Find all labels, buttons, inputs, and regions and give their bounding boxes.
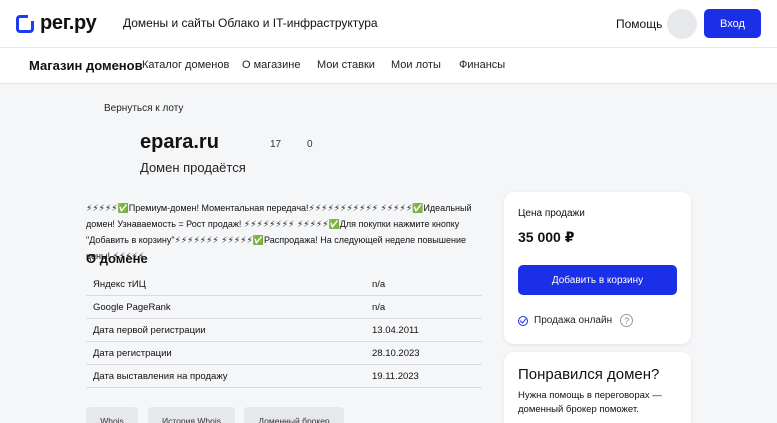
online-sale-label: Продажа онлайн — [534, 315, 613, 326]
sale-status: Домен продаётся — [140, 160, 246, 175]
subnav-about-shop[interactable]: О магазине — [242, 59, 300, 71]
broker-text: Нужна помощь в переговорах — доменный бр… — [518, 390, 662, 415]
table-row: Яндекс тИЦ n/a — [86, 273, 482, 296]
whois-history-button[interactable]: История Whois — [148, 407, 235, 423]
row-key: Google PageRank — [93, 301, 171, 313]
subnav-my-bids[interactable]: Мои ставки — [317, 59, 375, 71]
logo[interactable]: рег.ру — [16, 12, 97, 35]
row-key: Дата выставления на продажу — [93, 370, 228, 382]
favorites-count: 0 — [307, 139, 313, 150]
price-label: Цена продажи — [518, 208, 585, 219]
subnav-finance[interactable]: Финансы — [459, 59, 505, 71]
price-value: 35 000 ₽ — [518, 229, 575, 245]
table-row: Google PageRank n/a — [86, 296, 482, 319]
table-row: Дата регистрации 28.10.2023 — [86, 342, 482, 365]
about-domain-heading: О домене — [86, 251, 148, 266]
row-key: Дата регистрации — [93, 347, 172, 359]
views-count: 17 — [270, 139, 282, 150]
avatar[interactable] — [667, 9, 697, 39]
row-value: 13.04.2011 — [372, 324, 419, 336]
whois-button[interactable]: Whois — [86, 407, 138, 423]
price-card: Цена продажи 35 000 ₽ Добавить в корзину… — [504, 192, 691, 344]
row-value: n/a — [372, 301, 386, 313]
domain-name: epara.ru — [140, 131, 219, 153]
row-value: n/a — [372, 278, 386, 290]
check-circle-icon — [518, 315, 528, 326]
logo-text: рег.ру — [40, 12, 97, 34]
table-row: Дата выставления на продажу 19.11.2023 — [86, 365, 482, 388]
add-to-cart-button[interactable]: Добавить в корзину — [518, 265, 677, 295]
login-button[interactable]: Вход — [704, 9, 761, 38]
row-value: 19.11.2023 — [372, 370, 419, 382]
broker-title: Понравился домен? — [518, 366, 660, 383]
broker-card: Понравился домен? Нужна помощь в перегов… — [504, 352, 691, 423]
row-key: Яндекс тИЦ — [93, 278, 146, 290]
subnav-catalog[interactable]: Каталог доменов — [142, 59, 229, 71]
row-key: Дата первой регистрации — [93, 324, 206, 336]
subnav-my-lots[interactable]: Мои лоты — [391, 59, 441, 71]
back-to-lot-link[interactable]: Вернуться к лоту — [104, 103, 183, 114]
online-sale-row: Продажа онлайн ? — [518, 314, 634, 327]
domain-broker-button[interactable]: Доменный брокер — [244, 407, 344, 423]
shop-title[interactable]: Магазин доменов — [29, 58, 143, 73]
top-header: рег.ру Домены и сайты Облако и IT-инфрас… — [0, 0, 777, 48]
help-link[interactable]: Помощь — [616, 17, 662, 31]
table-row: Дата первой регистрации 13.04.2011 — [86, 319, 482, 342]
logo-icon — [16, 12, 36, 33]
domain-info-table: Яндекс тИЦ n/a Google PageRank n/a Дата … — [86, 273, 482, 388]
help-icon[interactable]: ? — [620, 314, 634, 327]
nav-cloud-infrastructure[interactable]: Облако и IT-инфраструктура — [218, 16, 378, 30]
shop-subheader: Магазин доменов Каталог доменов О магази… — [0, 48, 777, 84]
row-value: 28.10.2023 — [372, 347, 420, 359]
nav-domains-and-sites[interactable]: Домены и сайты — [123, 16, 215, 30]
